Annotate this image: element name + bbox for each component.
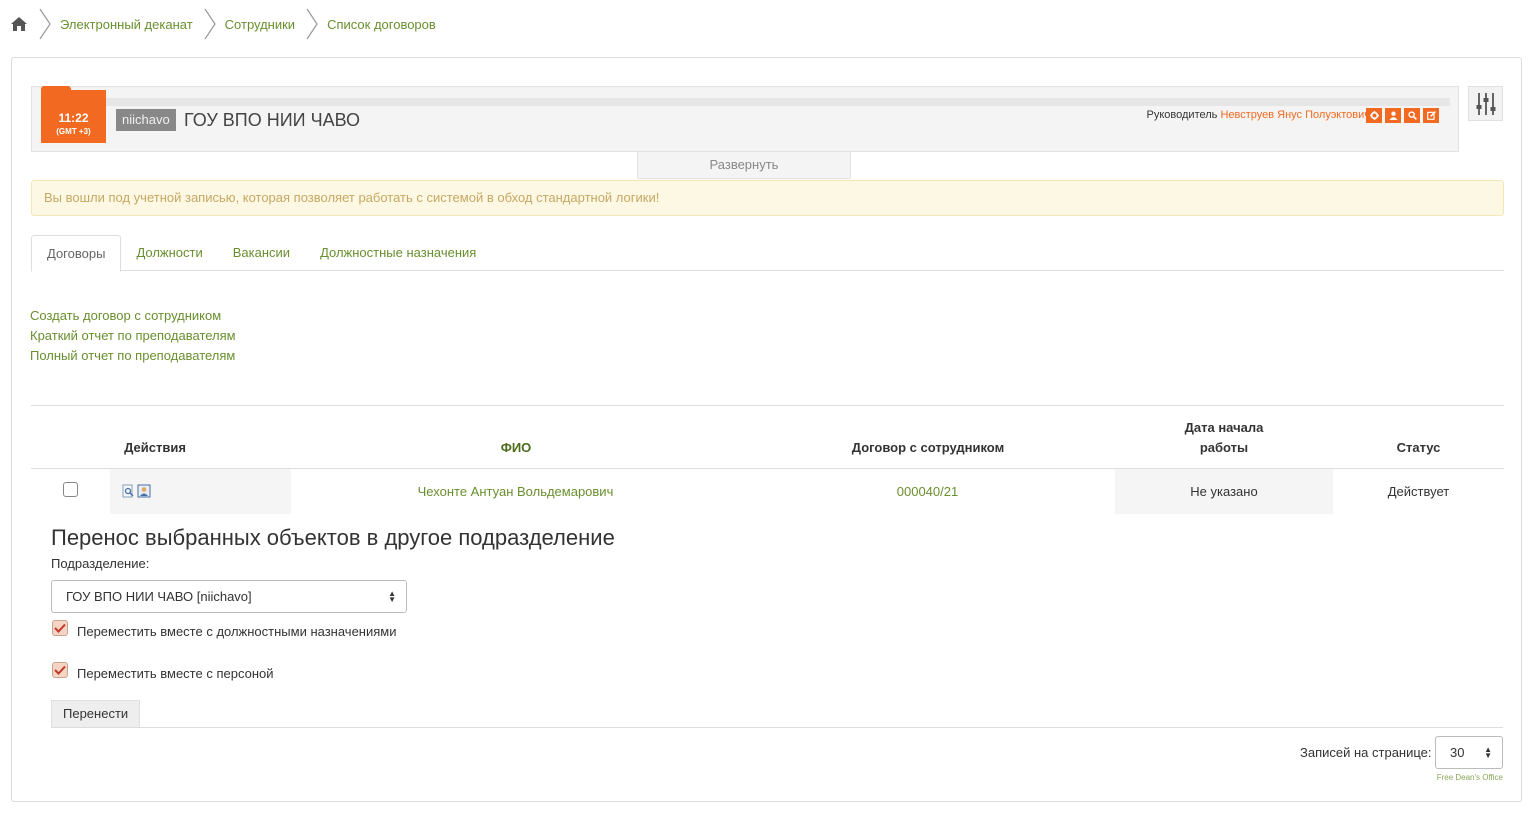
manager-actions (1366, 108, 1439, 123)
form-divider (51, 727, 1503, 728)
select-arrows-icon: ▲ ▼ (1484, 744, 1492, 760)
move-assignments-checkbox[interactable] (52, 619, 68, 636)
clock-time: 11:22 (58, 111, 89, 125)
per-page-value: 30 (1450, 745, 1465, 760)
header-bar (104, 98, 1450, 106)
warning-alert: Вы вошли под учетной записью, которая по… (31, 180, 1504, 216)
tab-bar: Договоры Должности Вакансии Должностные … (31, 235, 1504, 272)
search-icon[interactable] (1404, 108, 1420, 123)
clock-timezone: (GMT +3) (56, 127, 91, 136)
short-report-link[interactable]: Краткий отчет по преподавателям (30, 326, 236, 346)
move-assignments-option: Переместить вместе с должностными назнач… (52, 616, 396, 639)
footer-credit: Free Dean's Office (1436, 773, 1503, 782)
person-card-icon[interactable] (137, 484, 151, 501)
column-header-start-date-line2: работы (1199, 440, 1249, 455)
tab-contracts[interactable]: Договоры (31, 235, 122, 272)
transfer-title: Перенос выбранных объектов в другое подр… (51, 525, 615, 550)
tab-positions[interactable]: Должности (121, 235, 217, 271)
column-header-status: Статус (1396, 440, 1441, 455)
breadcrumb-item-employees[interactable]: Сотрудники (225, 17, 295, 32)
main-panel: 11:22 (GMT +3) niichavo ГОУ ВПО НИИ ЧАВО… (11, 57, 1522, 802)
transfer-button[interactable]: Перенести (51, 700, 141, 728)
create-contract-link[interactable]: Создать договор с сотрудником (30, 306, 236, 326)
manager-name-link[interactable]: Невструев Янус Полуэктович (1220, 109, 1370, 121)
department-label: Подразделение: (51, 556, 150, 571)
department-select[interactable]: ГОУ ВПО НИИ ЧАВО [niichavo] ▲ ▼ (51, 580, 407, 613)
manager-info: Руководитель Невструев Янус Полуэктович (1147, 108, 1370, 122)
move-person-checkbox[interactable] (52, 661, 68, 678)
department-select-value: ГОУ ВПО НИИ ЧАВО [niichavo] (66, 589, 252, 604)
start-date-cell: Не указано (1190, 484, 1258, 499)
chevron-right-icon (204, 8, 216, 40)
contract-cell: 000040/21 (740, 469, 1115, 514)
tab-assignments[interactable]: Должностные назначения (305, 235, 491, 271)
per-page-select[interactable]: 30 ▲ ▼ (1435, 736, 1503, 769)
status-cell: Действует (1387, 484, 1450, 499)
full-report-link[interactable]: Полный отчет по преподавателям (30, 346, 236, 366)
per-page-label: Записей на странице: (1300, 745, 1432, 760)
contract-number-link[interactable]: 000040/21 (897, 484, 958, 499)
move-person-label: Переместить вместе с персоной (77, 666, 274, 681)
gear-icon[interactable] (1366, 108, 1382, 123)
table-top-border (31, 405, 1504, 406)
column-header-start-date-line1: Дата начала (1184, 420, 1264, 435)
employee-name-link[interactable]: Чехонте Антуан Вольдемарович (418, 484, 614, 499)
column-header-fio[interactable]: ФИО (291, 438, 741, 458)
org-title: ГОУ ВПО НИИ ЧАВО (184, 110, 361, 130)
home-icon[interactable] (10, 15, 28, 33)
tab-vacancies[interactable]: Вакансии (218, 235, 305, 271)
manager-label: Руководитель (1146, 109, 1218, 121)
breadcrumb: Электронный деканат Сотрудники Список до… (10, 8, 446, 40)
action-links: Создать договор с сотрудником Краткий от… (30, 306, 236, 366)
breadcrumb-item-contracts[interactable]: Список договоров (327, 17, 436, 32)
row-select-checkbox[interactable] (63, 482, 78, 497)
column-header-actions: Действия (124, 440, 186, 455)
edit-icon[interactable] (1423, 108, 1439, 123)
view-document-icon[interactable] (122, 484, 135, 501)
move-assignments-label: Переместить вместе с должностными назнач… (77, 624, 397, 639)
clock-widget: 11:22 (GMT +3) (41, 90, 106, 143)
chevron-right-icon (306, 8, 318, 40)
sliders-icon[interactable] (1468, 86, 1503, 121)
column-header-start-date: Дата начала работы (1115, 418, 1333, 458)
move-person-option: Переместить вместе с персоной (52, 658, 274, 681)
expand-button[interactable]: Развернуть (637, 152, 851, 179)
breadcrumb-item-deanery[interactable]: Электронный деканат (60, 17, 193, 32)
org-header: 11:22 (GMT +3) niichavo ГОУ ВПО НИИ ЧАВО… (31, 86, 1459, 152)
chevron-right-icon (39, 8, 51, 40)
table-row: Чехонте Антуан Вольдемарович (291, 469, 740, 514)
user-icon[interactable] (1385, 108, 1401, 123)
select-arrows-icon: ▲ ▼ (388, 588, 396, 604)
org-code-badge: niichavo (116, 109, 176, 131)
row-actions (122, 484, 151, 501)
column-header-contract: Договор с сотрудником (851, 440, 1005, 455)
